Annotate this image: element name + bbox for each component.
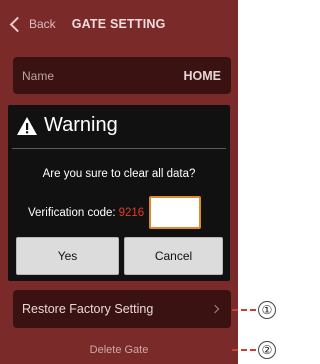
back-button[interactable]: Back <box>8 16 56 32</box>
dialog-header: Warning <box>16 114 118 137</box>
restore-label: Restore Factory Setting <box>22 302 154 316</box>
name-label: Name <box>22 68 55 83</box>
chevron-left-icon <box>9 16 26 32</box>
callout-1: ① <box>232 301 276 319</box>
verification-row: Verification code: 9216 <box>28 196 202 229</box>
verification-label: Verification code: <box>28 206 116 219</box>
callout-number: ① <box>258 301 276 319</box>
name-value: HOME <box>183 68 222 83</box>
delete-gate-label: Delete Gate <box>89 344 149 356</box>
callout-2: ② <box>232 341 276 359</box>
page-title: GATE SETTING <box>71 17 166 31</box>
phone-screen: Back GATE SETTING Name HOME Warning Are … <box>0 0 238 364</box>
name-row[interactable]: Name HOME <box>13 57 231 94</box>
verification-code: 9216 <box>118 206 145 219</box>
warning-dialog: Warning Are you sure to clear all data? … <box>8 105 230 281</box>
verification-input[interactable] <box>149 196 202 229</box>
warning-icon <box>17 116 37 135</box>
restore-factory-setting-row[interactable]: Restore Factory Setting <box>13 290 231 328</box>
callout-line <box>232 309 256 311</box>
callout-number: ② <box>258 341 276 359</box>
chevron-right-icon <box>210 304 220 314</box>
dialog-divider <box>12 148 226 149</box>
dialog-message: Are you sure to clear all data? <box>42 168 196 180</box>
delete-gate-button[interactable]: Delete Gate <box>0 338 238 362</box>
callout-line <box>232 349 256 351</box>
cancel-button[interactable]: Cancel <box>124 237 223 275</box>
yes-button[interactable]: Yes <box>16 237 119 275</box>
top-bar: Back GATE SETTING <box>0 0 238 48</box>
dialog-title: Warning <box>44 114 118 136</box>
back-label: Back <box>29 17 56 31</box>
